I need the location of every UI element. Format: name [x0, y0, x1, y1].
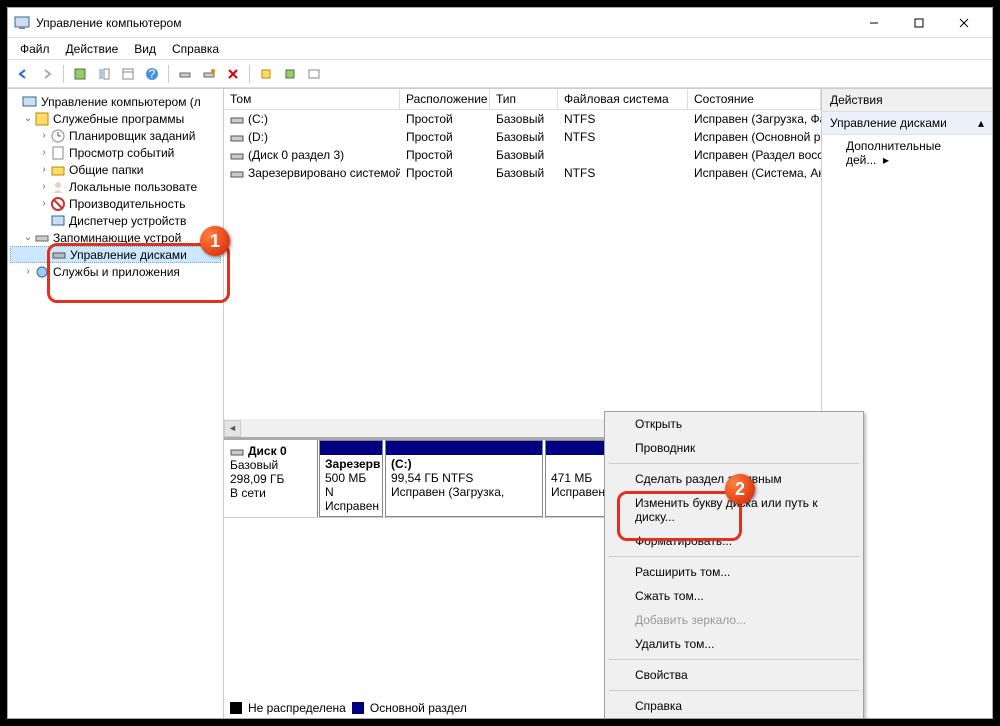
menu-view[interactable]: Вид [126, 39, 164, 59]
menu-file[interactable]: Файл [12, 39, 58, 59]
tree-label: Управление компьютером (л [41, 95, 201, 109]
disk-info[interactable]: Диск 0 Базовый 298,09 ГБ В сети [224, 440, 318, 517]
col-type[interactable]: Тип [490, 89, 558, 109]
ctx-change-letter[interactable]: Изменить букву диска или путь к диску... [605, 491, 863, 529]
legend-swatch-primary [352, 702, 364, 714]
actions-subheader[interactable]: Управление дисками▴ [822, 112, 992, 135]
toolbar-icon[interactable] [198, 63, 220, 85]
toolbar-icon[interactable] [117, 63, 139, 85]
tree-label: Общие папки [69, 163, 143, 177]
tree-node[interactable]: ›Локальные пользовате [10, 178, 221, 195]
disk-type: Базовый [230, 458, 311, 472]
tree-root[interactable]: Управление компьютером (л [10, 93, 221, 110]
table-row[interactable]: (C:)ПростойБазовыйNTFSИсправен (Загрузка… [224, 110, 821, 128]
volume-header: Том Расположение Тип Файловая система Со… [224, 89, 821, 110]
table-row[interactable]: (Диск 0 раздел 3)ПростойБазовыйИсправен … [224, 146, 821, 164]
tree-panel: Управление компьютером (л ⌄Служебные про… [8, 89, 224, 718]
col-layout[interactable]: Расположение [400, 89, 490, 109]
tree-label: Диспетчер устройств [69, 214, 186, 228]
tree-node[interactable]: ⌄Служебные программы [10, 110, 221, 127]
tree-node[interactable]: ›Общие папки [10, 161, 221, 178]
titlebar: Управление компьютером [8, 8, 992, 38]
menu-help[interactable]: Справка [164, 39, 227, 59]
partition[interactable]: (C:)99,54 ГБ NTFSИсправен (Загрузка, [385, 440, 543, 517]
legend-swatch-unalloc [230, 702, 242, 714]
ctx-active[interactable]: Сделать раздел активным [605, 467, 863, 491]
col-fs[interactable]: Файловая система [558, 89, 688, 109]
ctx-mirror: Добавить зеркало... [605, 608, 863, 632]
actions-header: Действия [822, 89, 992, 112]
table-row[interactable]: Зарезервировано системойПростойБазовыйNT… [224, 164, 821, 182]
toolbar: ? [8, 60, 992, 88]
col-state[interactable]: Состояние [688, 89, 821, 109]
partition[interactable]: Зарезерв500 МБ NИсправен [319, 440, 383, 517]
volume-list: (C:)ПростойБазовыйNTFSИсправен (Загрузка… [224, 110, 821, 182]
tree-label: Производительность [69, 197, 185, 211]
context-menu: Открыть Проводник Сделать раздел активны… [604, 411, 864, 719]
toolbar-icon[interactable] [174, 63, 196, 85]
menubar: Файл Действие Вид Справка [8, 38, 992, 60]
app-icon [14, 15, 30, 31]
ctx-help[interactable]: Справка [605, 694, 863, 718]
forward-button[interactable] [36, 63, 58, 85]
window-title: Управление компьютером [36, 16, 851, 30]
delete-icon[interactable] [222, 63, 244, 85]
scroll-left-icon[interactable]: ◄ [224, 420, 241, 437]
tree-node[interactable]: Диспетчер устройств [10, 212, 221, 229]
ctx-open[interactable]: Открыть [605, 412, 863, 436]
maximize-button[interactable] [896, 9, 941, 37]
collapse-icon: ▴ [978, 116, 984, 130]
tree-label: Просмотр событий [69, 146, 174, 160]
tree-label: Служебные программы [53, 112, 184, 126]
back-button[interactable] [12, 63, 34, 85]
tree-label: Управление дисками [70, 248, 187, 262]
tree-disk-management[interactable]: Управление дисками [10, 246, 221, 263]
toolbar-icon[interactable] [279, 63, 301, 85]
tree-node[interactable]: ⌄Запоминающие устрой [10, 229, 221, 246]
disk-name: Диск 0 [248, 444, 287, 458]
disk-status: В сети [230, 486, 311, 500]
svg-text:?: ? [149, 67, 156, 81]
menu-action[interactable]: Действие [58, 39, 127, 59]
ctx-delete[interactable]: Удалить том... [605, 632, 863, 656]
ctx-props[interactable]: Свойства [605, 663, 863, 687]
minimize-button[interactable] [851, 9, 896, 37]
toolbar-icon[interactable] [69, 63, 91, 85]
col-volume[interactable]: Том [224, 89, 400, 109]
tree-label: Локальные пользовате [69, 180, 197, 194]
toolbar-icon[interactable] [255, 63, 277, 85]
ctx-explorer[interactable]: Проводник [605, 436, 863, 460]
tree-node[interactable]: ›Просмотр событий [10, 144, 221, 161]
table-row[interactable]: (D:)ПростойБазовыйNTFSИсправен (Основной… [224, 128, 821, 146]
tree-node[interactable]: ›Службы и приложения [10, 263, 221, 280]
actions-more[interactable]: Дополнительные дей... ▸ [822, 135, 992, 171]
ctx-format[interactable]: Форматировать... [605, 529, 863, 553]
toolbar-icon[interactable] [303, 63, 325, 85]
ctx-shrink[interactable]: Сжать том... [605, 584, 863, 608]
disk-size: 298,09 ГБ [230, 472, 311, 486]
tree-label: Запоминающие устрой [53, 231, 181, 245]
toolbar-icon[interactable] [93, 63, 115, 85]
help-icon[interactable]: ? [141, 63, 163, 85]
close-button[interactable] [941, 9, 986, 37]
tree-node[interactable]: ›Планировщик заданий [10, 127, 221, 144]
tree-node[interactable]: ›Производительность [10, 195, 221, 212]
legend-unalloc: Не распределена [248, 701, 346, 715]
tree-label: Службы и приложения [53, 265, 180, 279]
tree-label: Планировщик заданий [69, 129, 195, 143]
legend-primary: Основной раздел [370, 701, 467, 715]
ctx-extend[interactable]: Расширить том... [605, 560, 863, 584]
